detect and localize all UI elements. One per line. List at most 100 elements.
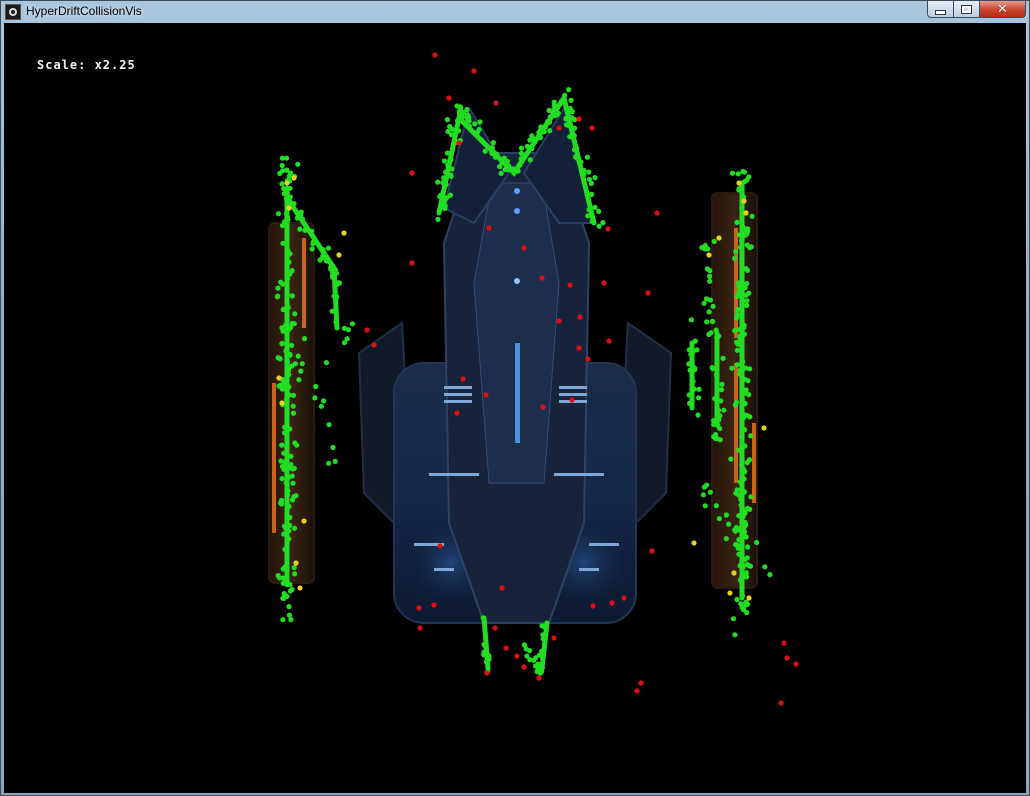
collision-point <box>739 461 745 467</box>
collision-point <box>736 232 743 238</box>
collision-point <box>275 573 281 579</box>
collision-point <box>291 565 297 571</box>
collision-point <box>551 102 558 108</box>
collision-point <box>589 191 595 197</box>
collision-point <box>738 562 744 568</box>
collision-point <box>284 582 290 588</box>
collision-point <box>734 347 741 353</box>
collision-point <box>744 280 750 287</box>
collision-point <box>287 352 293 358</box>
collision-point <box>707 489 713 495</box>
contact-point <box>417 625 423 631</box>
collision-point <box>279 340 285 347</box>
contact-point <box>503 645 509 651</box>
collision-point <box>739 434 745 440</box>
collision-point <box>312 395 318 401</box>
collision-point <box>729 170 736 176</box>
warning-point <box>731 570 737 576</box>
contact-point <box>556 318 562 324</box>
collision-point <box>280 617 286 623</box>
collision-point <box>723 536 729 542</box>
collision-point <box>732 632 738 638</box>
minimize-icon <box>935 9 946 15</box>
collision-point <box>333 319 339 325</box>
collision-point <box>562 92 568 98</box>
collision-point <box>286 612 292 618</box>
contact-point <box>590 603 596 609</box>
collision-point <box>281 531 287 537</box>
collision-point <box>564 115 570 121</box>
minimize-button[interactable] <box>927 1 954 18</box>
collision-point <box>518 145 525 151</box>
render-viewport[interactable]: Scale: x2.25 <box>4 23 1026 793</box>
collision-point <box>586 207 592 213</box>
collision-point <box>447 192 454 198</box>
contact-point <box>781 640 787 646</box>
collision-point <box>736 283 742 289</box>
collision-point <box>323 360 330 366</box>
warning-point <box>291 175 297 181</box>
collision-point <box>719 381 725 387</box>
collision-point <box>482 148 488 154</box>
title-bar[interactable]: HyperDriftCollisionVis ✕ <box>1 1 1029 23</box>
collision-point <box>588 180 595 187</box>
collision-point <box>291 465 297 471</box>
collision-point <box>275 355 281 361</box>
collision-point <box>448 173 454 179</box>
collision-point <box>484 660 491 666</box>
collision-point <box>278 458 284 464</box>
collision-point <box>285 217 291 223</box>
collision-point <box>568 97 574 103</box>
collision-point <box>742 427 748 433</box>
collision-point <box>701 484 708 490</box>
collision-point <box>290 497 296 503</box>
collision-point <box>290 480 296 486</box>
collision-point <box>739 594 745 600</box>
collision-point <box>739 260 745 266</box>
collision-point <box>565 109 571 115</box>
collision-point <box>737 244 744 250</box>
close-icon: ✕ <box>997 1 1008 17</box>
contact-point <box>486 225 492 231</box>
collision-point <box>537 135 544 141</box>
contact-point <box>540 404 546 410</box>
collision-point <box>485 652 491 658</box>
collision-point <box>746 174 752 180</box>
collision-point <box>716 333 722 339</box>
collision-point <box>709 318 716 324</box>
center-light <box>515 343 520 443</box>
warning-point <box>746 595 752 601</box>
collision-point <box>330 444 336 451</box>
collision-point <box>275 285 281 291</box>
collision-point <box>321 398 327 404</box>
close-button[interactable]: ✕ <box>979 1 1026 18</box>
collision-point <box>735 312 741 318</box>
collision-point <box>721 407 727 413</box>
collision-point <box>466 123 472 129</box>
collision-point <box>734 596 740 603</box>
warning-point <box>301 518 307 524</box>
collision-point <box>712 418 718 425</box>
collision-point <box>739 205 745 211</box>
collision-point <box>281 380 287 386</box>
contact-point <box>645 290 651 296</box>
contact-point <box>569 397 575 403</box>
collision-point <box>287 194 293 200</box>
collision-point <box>527 137 533 143</box>
collision-point <box>571 117 578 123</box>
collision-point <box>532 663 539 669</box>
collision-point <box>527 657 533 663</box>
collision-point <box>719 387 725 393</box>
collision-point <box>540 636 546 642</box>
collision-point <box>283 480 289 486</box>
collision-point <box>287 185 293 191</box>
collision-point <box>737 337 743 343</box>
app-icon[interactable] <box>5 4 21 20</box>
warning-point <box>761 425 767 431</box>
contact-point <box>460 376 466 382</box>
maximize-button[interactable] <box>953 1 980 18</box>
collision-point <box>690 349 696 355</box>
collision-scene <box>268 52 799 706</box>
collision-point <box>279 442 285 448</box>
collision-point <box>435 216 441 222</box>
